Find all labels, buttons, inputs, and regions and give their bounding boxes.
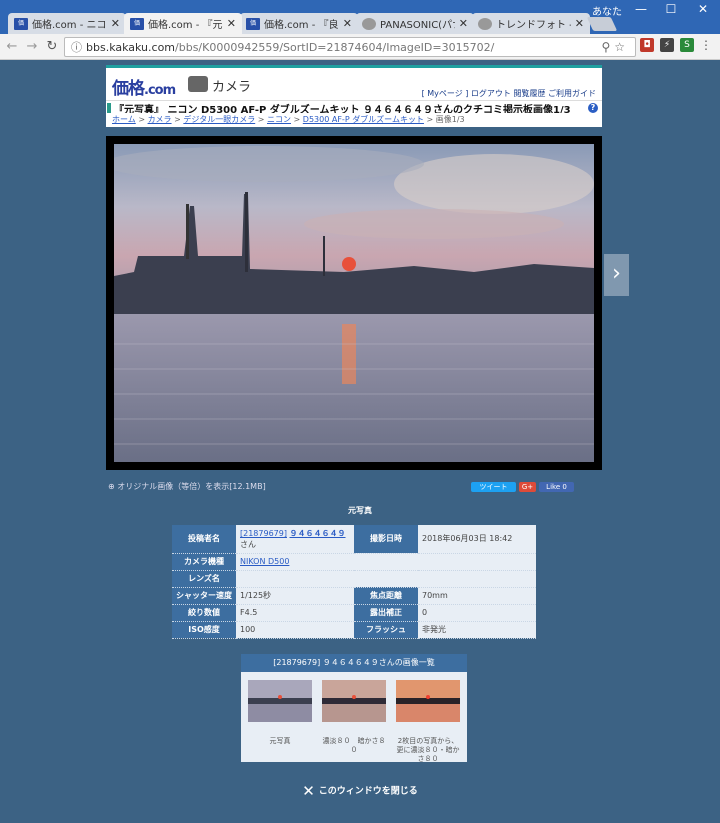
browser-tab-active[interactable]: 価 価格.com - 『元写真』 ✕ — [124, 13, 242, 34]
tab-title: 価格.com - 『元写真』 — [148, 20, 223, 31]
camera-link[interactable]: NIKON D500 — [240, 557, 289, 566]
image-list-panel: [21879679] ９４６４６４９さんの画像一覧 元写真 濃淡８０ 暗かさ８０… — [241, 654, 467, 764]
browser-tab-bar: 価 価格.com - ニコン D5 ✕ 価 価格.com - 『元写真』 ✕ 価… — [0, 0, 720, 34]
sunset-photo-image — [114, 144, 594, 462]
browser-tab[interactable]: PANASONIC(パナソニ ✕ — [356, 13, 474, 34]
info-icon[interactable]: ⓘ — [71, 39, 82, 55]
tab-title: 価格.com - 『良いね — [264, 20, 339, 31]
tab-title: PANASONIC(パナソニ — [380, 20, 455, 31]
url-path: /bbs/K0000942559/SortID=21874604/ImageID… — [175, 40, 495, 54]
site-logo[interactable]: 価格.com — [112, 74, 176, 99]
kakaku-favicon-icon: 価 — [14, 17, 28, 30]
lens-value — [236, 570, 354, 588]
forward-arrow-icon[interactable]: → — [22, 39, 42, 54]
thumbnail-item[interactable]: 濃淡８０ 暗かさ８０ — [321, 680, 387, 755]
maximize-icon[interactable]: ☐ — [656, 2, 686, 16]
extensions-area: ◘ ⚡ S ⋮ — [640, 38, 712, 52]
breadcrumb-product[interactable]: D5300 AF-P ダブルズームキット — [303, 115, 424, 124]
kakaku-favicon-icon: 価 — [130, 17, 144, 30]
close-icon: ✕ — [302, 782, 315, 800]
browser-toolbar: ← → ↻ ⓘ bbs.kakaku.com/bbs/K0000942559/S… — [0, 34, 720, 60]
pocket-icon[interactable]: ◘ — [640, 38, 654, 52]
focal-label: 焦点距離 — [354, 587, 418, 605]
aperture-value: F4.5 — [236, 604, 354, 622]
bolt-icon[interactable]: ⚡ — [660, 38, 674, 52]
iso-label: ISO感度 — [172, 621, 236, 639]
window-close-icon[interactable]: ✕ — [688, 2, 718, 16]
thumbnail-item[interactable]: 2枚目の写真から、更に濃淡８０・暗かさ８０ — [395, 680, 461, 764]
poster-label: 投稿者名 — [172, 525, 236, 554]
close-icon[interactable]: ✕ — [575, 17, 584, 30]
breadcrumb-current: 画像1/3 — [435, 115, 465, 124]
exif-table: 投稿者名 [21879679] ９４６４６４９さん 撮影日時 2018年06月0… — [172, 525, 536, 639]
browser-tab[interactable]: 価 価格.com - ニコン D5 ✕ — [8, 13, 126, 34]
generic-favicon-icon — [478, 17, 492, 30]
generic-favicon-icon — [362, 17, 376, 30]
close-icon[interactable]: ✕ — [459, 17, 468, 30]
user-profile-label[interactable]: あなた — [592, 3, 622, 18]
exposure-label: 露出補正 — [354, 604, 418, 622]
kakaku-favicon-icon: 価 — [246, 17, 260, 30]
shoot-date: 2018年06月03日 18:42 — [418, 525, 536, 554]
breadcrumb-camera[interactable]: カメラ — [148, 115, 172, 124]
aperture-label: 絞り数値 — [172, 604, 236, 622]
lens-label: レンズ名 — [172, 570, 236, 588]
breadcrumb-nikon[interactable]: ニコン — [267, 115, 291, 124]
camera-icon — [188, 76, 208, 92]
flash-label: フラッシュ — [354, 621, 418, 639]
thumbnail-image[interactable] — [322, 680, 386, 722]
breadcrumb-home[interactable]: ホーム — [112, 115, 136, 124]
gplus-button[interactable]: G+ — [519, 482, 536, 492]
new-tab-button[interactable] — [586, 17, 618, 31]
header-links[interactable]: [ Myページ ] ログアウト 閲覧履歴 ご利用ガイド — [422, 88, 596, 99]
image-list-heading: [21879679] ９４６４６４９さんの画像一覧 — [241, 654, 467, 672]
close-icon[interactable]: ✕ — [343, 17, 352, 30]
main-photo[interactable] — [106, 136, 602, 470]
address-bar[interactable]: ⓘ bbs.kakaku.com/bbs/K0000942559/SortID=… — [64, 37, 636, 57]
breadcrumb-dslr[interactable]: デジタル一眼カメラ — [183, 115, 255, 124]
menu-icon[interactable]: ⋮ — [700, 38, 712, 52]
minimize-icon[interactable]: — — [626, 2, 656, 16]
tab-title: 価格.com - ニコン D5 — [32, 20, 107, 31]
date-label: 撮影日時 — [354, 525, 418, 554]
back-arrow-icon[interactable]: ← — [2, 39, 22, 54]
next-image-button[interactable]: › — [604, 254, 629, 296]
help-icon[interactable]: ? — [588, 103, 598, 113]
photo-caption: 元写真 — [348, 506, 372, 515]
tab-title: トレンドフォト - 写真言 — [496, 20, 571, 31]
section-label[interactable]: カメラ — [212, 76, 251, 95]
url-host: bbs.kakaku.com — [86, 40, 176, 54]
thumbnail-item[interactable]: 元写真 — [247, 680, 313, 746]
browser-tab[interactable]: トレンドフォト - 写真言 ✕ — [472, 13, 590, 34]
thumbnail-image[interactable] — [248, 680, 312, 722]
exposure-value: 0 — [418, 604, 536, 622]
page-content: 価格.com カメラ [ Myページ ] ログアウト 閲覧履歴 ご利用ガイド 『… — [0, 60, 720, 823]
close-icon[interactable]: ✕ — [111, 17, 120, 30]
zoom-icon: ⊕ — [108, 482, 115, 491]
browser-tab[interactable]: 価 価格.com - 『良いね ✕ — [240, 13, 358, 34]
like-button[interactable]: Like 0 — [539, 482, 574, 492]
iso-value: 100 — [236, 621, 354, 639]
original-size-link[interactable]: ⊕ オリジナル画像（等倍）を表示[12.1MB] — [108, 481, 266, 492]
breadcrumb: ホーム > カメラ > デジタル一眼カメラ > ニコン > D5300 AF-P… — [106, 113, 602, 127]
shutter-value: 1/125秒 — [236, 587, 354, 605]
close-window-link[interactable]: ✕ このウィンドウを閉じる — [0, 782, 720, 800]
focal-value: 70mm — [418, 587, 536, 605]
close-icon[interactable]: ✕ — [227, 17, 236, 30]
thumbnail-image[interactable] — [396, 680, 460, 722]
reload-icon[interactable]: ↻ — [42, 39, 62, 54]
zoom-and-star-icon[interactable]: ⚲☆ — [601, 40, 629, 54]
poster-id-link[interactable]: [21879679] — [240, 529, 287, 538]
tweet-button[interactable]: ツイート — [471, 482, 516, 492]
shutter-label: シャッター速度 — [172, 587, 236, 605]
flash-value: 非発光 — [418, 621, 536, 639]
poster-name-link[interactable]: ９４６４６４９ — [290, 529, 346, 538]
extension-icon[interactable]: S — [680, 38, 694, 52]
camera-label: カメラ機種 — [172, 553, 236, 571]
